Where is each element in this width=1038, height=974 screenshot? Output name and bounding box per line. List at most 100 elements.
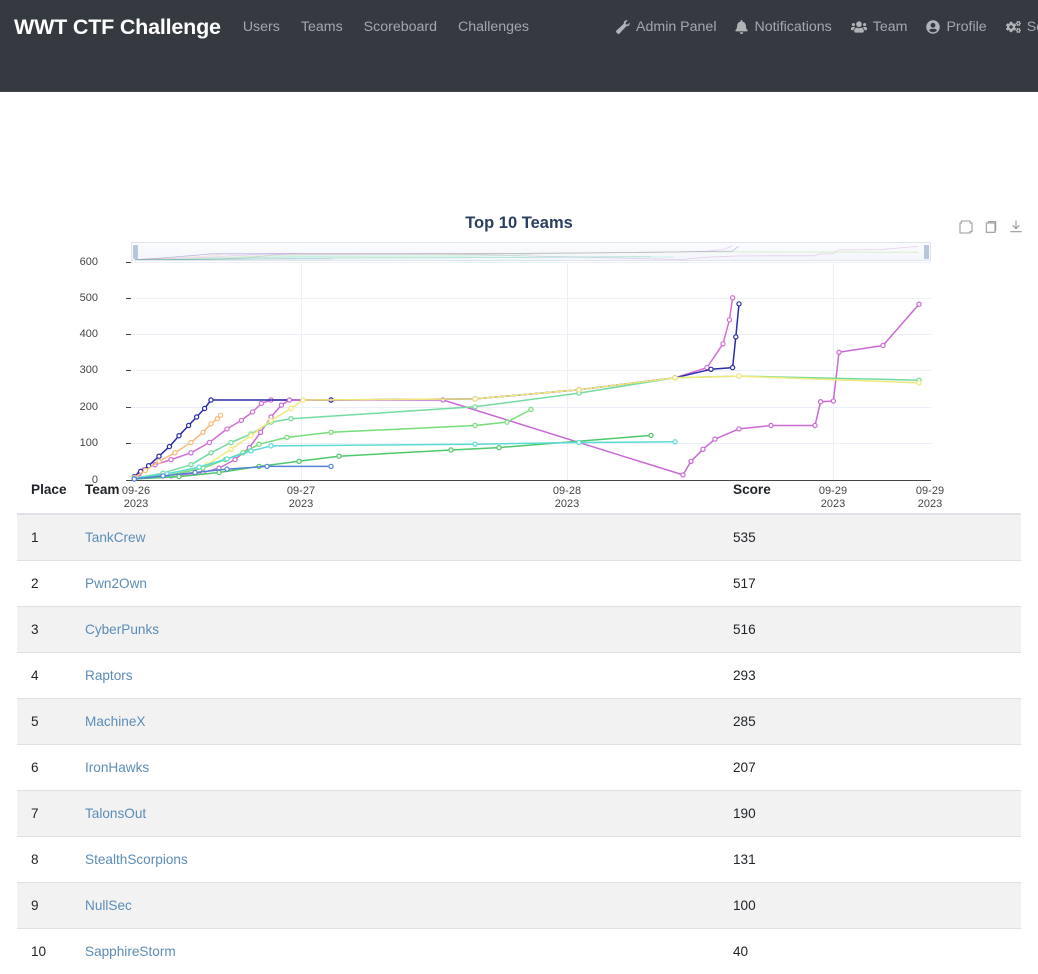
user-circle-icon bbox=[926, 20, 940, 34]
wrench-icon bbox=[616, 20, 630, 34]
cell-score: 40 bbox=[733, 929, 1021, 974]
series-raptors bbox=[132, 374, 921, 480]
table-row: 3CyberPunks 516 bbox=[17, 607, 1021, 653]
column-header-team[interactable]: Team bbox=[85, 482, 733, 514]
ytick-300: 300 bbox=[58, 364, 98, 376]
nav-link-scoreboard[interactable]: Scoreboard bbox=[364, 19, 437, 35]
nav-label-notifications: Notifications bbox=[754, 19, 831, 35]
chart-series-layer bbox=[131, 262, 931, 480]
plot-area[interactable]: 600 500 400 300 200 100 0 09-26 2023 09-… bbox=[0, 187, 1038, 477]
cell-place: 10 bbox=[17, 929, 85, 974]
cell-place: 7 bbox=[17, 791, 85, 837]
cell-place: 5 bbox=[17, 699, 85, 745]
cell-score: 285 bbox=[733, 699, 1021, 745]
team-link[interactable]: StealthScorpions bbox=[85, 852, 188, 867]
scoreboard-table: Place Team Score 1TankCrew 535 2Pwn2Own 517… bbox=[17, 482, 1021, 974]
cell-team: MachineX bbox=[85, 699, 733, 745]
team-link[interactable]: CyberPunks bbox=[85, 622, 159, 637]
table-header-row: Place Team Score bbox=[17, 482, 1021, 514]
nav-label-profile: Profile bbox=[946, 19, 986, 35]
cell-score: 131 bbox=[733, 837, 1021, 883]
table-body: 1TankCrew5352Pwn2Own5173CyberPunks5164Ra… bbox=[17, 514, 1021, 974]
top-navbar: WWT CTF Challenge Users Teams Scoreboard… bbox=[0, 0, 1038, 92]
ytick-mark-0 bbox=[126, 480, 131, 481]
ytick-100: 100 bbox=[58, 437, 98, 449]
chart-range-slider[interactable] bbox=[131, 242, 931, 261]
navbar-content: WWT CTF Challenge Users Teams Scoreboard… bbox=[14, 12, 1024, 42]
primary-nav-links: Users Teams Scoreboard Challenges bbox=[243, 19, 529, 35]
cell-team: TalonsOut bbox=[85, 791, 733, 837]
ytick-600: 600 bbox=[58, 256, 98, 268]
range-slider-preview bbox=[132, 243, 930, 260]
table-row: 8StealthScorpions 131 bbox=[17, 837, 1021, 883]
series-machinex bbox=[132, 374, 921, 481]
team-link[interactable]: NullSec bbox=[85, 898, 132, 913]
team-link[interactable]: MachineX bbox=[85, 714, 145, 729]
cell-score: 293 bbox=[733, 653, 1021, 699]
cell-score: 100 bbox=[733, 883, 1021, 929]
scoreboard-table-wrapper: Place Team Score 1TankCrew 535 2Pwn2Own 517… bbox=[17, 482, 1021, 974]
range-slider-handle-right[interactable] bbox=[924, 245, 929, 259]
team-link[interactable]: SapphireStorm bbox=[85, 944, 176, 959]
nav-link-settings[interactable]: Settings bbox=[1006, 19, 1038, 35]
cell-place: 2 bbox=[17, 561, 85, 607]
table-row: 5MachineX 285 bbox=[17, 699, 1021, 745]
cell-score: 517 bbox=[733, 561, 1021, 607]
cell-place: 4 bbox=[17, 653, 85, 699]
cell-score: 535 bbox=[733, 514, 1021, 561]
ytick-500: 500 bbox=[58, 292, 98, 304]
nav-link-challenges[interactable]: Challenges bbox=[458, 19, 529, 35]
table-row: 6IronHawks 207 bbox=[17, 745, 1021, 791]
cell-place: 1 bbox=[17, 514, 85, 561]
nav-label-admin-panel: Admin Panel bbox=[636, 19, 716, 35]
cell-place: 3 bbox=[17, 607, 85, 653]
ytick-200: 200 bbox=[58, 401, 98, 413]
series-pwn2own bbox=[132, 302, 741, 479]
brand-title[interactable]: WWT CTF Challenge bbox=[14, 15, 221, 40]
nav-link-admin-panel[interactable]: Admin Panel bbox=[616, 19, 716, 35]
scoreboard-chart-card: Top 10 Teams 600 500 400 300 bbox=[0, 92, 1038, 464]
cell-team: NullSec bbox=[85, 883, 733, 929]
nav-link-users[interactable]: Users bbox=[243, 19, 280, 35]
series-cyberpunks bbox=[132, 302, 921, 480]
range-slider-handle-left[interactable] bbox=[133, 245, 138, 259]
range-slider-sparkline bbox=[132, 243, 930, 260]
secondary-nav-links: Admin Panel Notifications Team Profile bbox=[616, 19, 1038, 35]
cell-team: StealthScorpions bbox=[85, 837, 733, 883]
nav-label-team: Team bbox=[873, 19, 908, 35]
nav-link-team[interactable]: Team bbox=[851, 19, 908, 35]
users-icon bbox=[851, 20, 867, 34]
team-link[interactable]: Pwn2Own bbox=[85, 576, 147, 591]
cell-place: 9 bbox=[17, 883, 85, 929]
column-header-score[interactable]: Score bbox=[733, 482, 1021, 514]
table-row: 1TankCrew 535 bbox=[17, 514, 1021, 561]
table-row: 2Pwn2Own 517 bbox=[17, 561, 1021, 607]
table-row: 9NullSec 100 bbox=[17, 883, 1021, 929]
cell-team: SapphireStorm bbox=[85, 929, 733, 974]
ytick-400: 400 bbox=[58, 328, 98, 340]
column-header-place[interactable]: Place bbox=[17, 482, 85, 514]
cell-score: 516 bbox=[733, 607, 1021, 653]
gears-icon bbox=[1006, 20, 1021, 34]
cell-team: Raptors bbox=[85, 653, 733, 699]
cell-score: 190 bbox=[733, 791, 1021, 837]
nav-link-teams[interactable]: Teams bbox=[301, 19, 343, 35]
table-row: 7TalonsOut 190 bbox=[17, 791, 1021, 837]
table-row: 10SapphireStorm 40 bbox=[17, 929, 1021, 974]
cell-place: 8 bbox=[17, 837, 85, 883]
nav-link-profile[interactable]: Profile bbox=[926, 19, 986, 35]
table-row: 4Raptors 293 bbox=[17, 653, 1021, 699]
cell-team: IronHawks bbox=[85, 745, 733, 791]
cell-team: TankCrew bbox=[85, 514, 733, 561]
team-link[interactable]: Raptors bbox=[85, 668, 133, 683]
team-link[interactable]: TankCrew bbox=[85, 530, 145, 545]
table-head: Place Team Score bbox=[17, 482, 1021, 514]
cell-team: Pwn2Own bbox=[85, 561, 733, 607]
team-link[interactable]: TalonsOut bbox=[85, 806, 146, 821]
team-link[interactable]: IronHawks bbox=[85, 760, 149, 775]
bell-icon bbox=[735, 20, 748, 34]
nav-link-notifications[interactable]: Notifications bbox=[735, 19, 831, 35]
x-axis-line bbox=[131, 480, 931, 481]
cell-place: 6 bbox=[17, 745, 85, 791]
cell-score: 207 bbox=[733, 745, 1021, 791]
